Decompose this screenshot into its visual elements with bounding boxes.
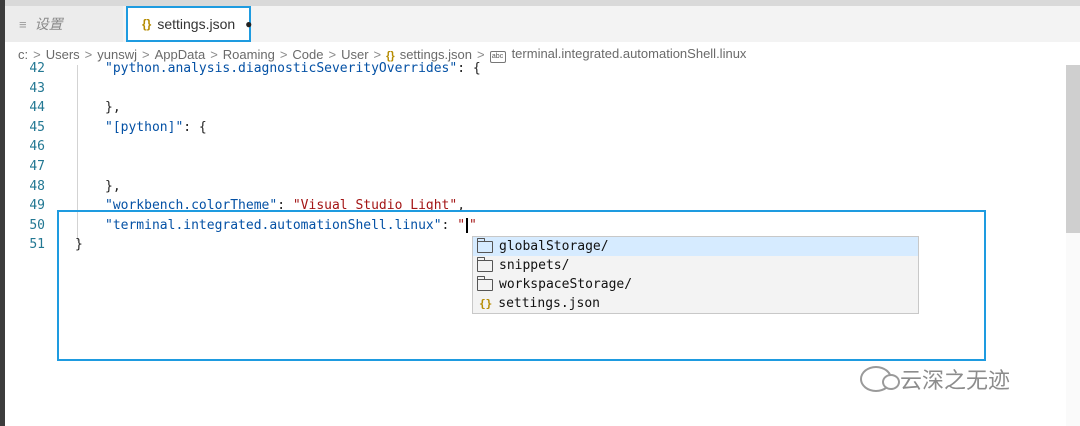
json-key: "python.analysis.diagnosticSeverityOverr…: [105, 61, 458, 76]
wechat-icon: [860, 366, 900, 392]
line-number: 42: [29, 61, 45, 76]
watermark-text: 云深之无迹: [900, 368, 1011, 393]
breadcrumb-item[interactable]: Users: [46, 47, 80, 62]
json-file-icon: {}: [479, 297, 493, 310]
json-punctuation: : {: [183, 119, 207, 135]
string-property-icon: abc: [489, 50, 506, 63]
scrollbar-thumb[interactable]: [1066, 65, 1080, 233]
line-number: 46: [29, 139, 45, 155]
unsaved-dot-icon[interactable]: ●: [245, 17, 252, 31]
tab-settings-ui[interactable]: ≡ 设置: [5, 6, 123, 42]
suggestion-label: snippets/: [499, 258, 570, 273]
tab-label: 设置: [34, 16, 63, 32]
watermark: 云深之无迹: [860, 364, 1010, 394]
settings-lines-icon: ≡: [19, 16, 27, 32]
suggestion-item[interactable]: globalStorage/: [473, 237, 918, 256]
suggestion-item[interactable]: workspaceStorage/: [473, 275, 918, 294]
code-text: "python.analysis.diagnosticSeverityOverr…: [105, 59, 481, 79]
tab-bar: ≡ 设置 {} settings.json ●: [5, 6, 1080, 42]
code-text: },: [105, 98, 121, 118]
folder-icon: [477, 256, 493, 272]
folder-icon: [477, 275, 493, 291]
json-punctuation: : {: [457, 61, 481, 76]
folder-icon: [477, 237, 493, 253]
suggestion-item[interactable]: snippets/: [473, 256, 918, 275]
code-text: "[python]": {: [105, 118, 207, 138]
breadcrumb-item[interactable]: abc terminal.integrated.automationShell.l…: [489, 45, 747, 63]
line-number: 49: [29, 198, 45, 214]
breadcrumb-separator: >: [84, 46, 93, 62]
line-number: 44: [29, 100, 45, 116]
suggestion-label: workspaceStorage/: [499, 277, 633, 292]
tab-label: settings.json: [157, 16, 236, 32]
json-braces-icon: {}: [142, 17, 152, 31]
json-key: "[python]": [105, 119, 184, 135]
suggestion-label: settings.json: [498, 296, 600, 311]
breadcrumb-label: Users: [45, 46, 80, 62]
line-number: 45: [29, 119, 45, 135]
suggestion-item[interactable]: {} settings.json: [473, 294, 918, 313]
line-number: 51: [29, 237, 45, 253]
tab-settings-json[interactable]: {} settings.json ●: [126, 6, 252, 42]
suggestion-label: globalStorage/: [499, 239, 609, 254]
line-number: 43: [29, 80, 45, 96]
suggestion-widget[interactable]: globalStorage/snippets/workspaceStorage/…: [472, 236, 919, 314]
line-number: 47: [29, 159, 45, 174]
json-punctuation: },: [105, 178, 121, 194]
breadcrumb-label: terminal.integrated.automationShell.linu…: [511, 45, 747, 61]
line-number: 50: [29, 217, 45, 233]
line-number: 48: [29, 178, 45, 194]
json-punctuation: },: [105, 100, 121, 116]
code-text: },: [105, 177, 121, 197]
